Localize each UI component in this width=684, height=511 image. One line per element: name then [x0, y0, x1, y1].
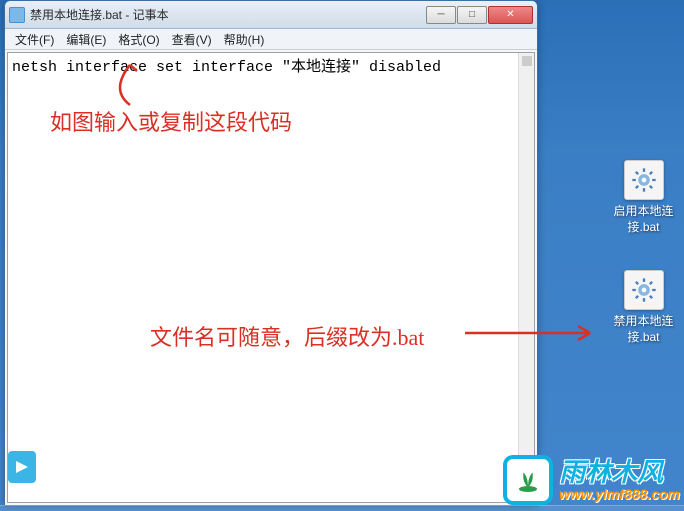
desktop-icon-disable-label: 禁用本地连接.bat	[606, 314, 681, 345]
menu-edit[interactable]: 编辑(E)	[60, 29, 112, 50]
window-title: 禁用本地连接.bat - 记事本	[30, 6, 426, 23]
desktop-background: 启用本地连接.bat 禁用本地连接.bat 禁用本地连接.bat - 记事本 ─…	[0, 0, 684, 511]
bat-file-icon	[624, 160, 664, 200]
bat-file-icon	[624, 270, 664, 310]
watermark: 雨林木风 www.ylmf888.com	[503, 455, 680, 505]
menu-help[interactable]: 帮助(H)	[218, 29, 271, 50]
menu-file[interactable]: 文件(F)	[9, 29, 60, 50]
watermark-url: www.ylmf888.com	[559, 487, 680, 502]
menubar: 文件(F) 编辑(E) 格式(O) 查看(V) 帮助(H)	[5, 29, 537, 50]
desktop-icon-disable[interactable]: 禁用本地连接.bat	[606, 270, 681, 345]
vertical-scrollbar[interactable]	[518, 53, 534, 502]
desktop-icon-enable[interactable]: 启用本地连接.bat	[606, 160, 681, 235]
notepad-window: 禁用本地连接.bat - 记事本 ─ □ ✕ 文件(F) 编辑(E) 格式(O)…	[4, 0, 538, 506]
text-editor-area[interactable]: netsh interface set interface "本地连接" dis…	[7, 52, 535, 503]
watermark-brand: 雨林木风	[559, 458, 680, 487]
taskbar-edge	[0, 505, 684, 511]
close-button[interactable]: ✕	[488, 6, 533, 24]
maximize-button[interactable]: □	[457, 6, 487, 24]
titlebar[interactable]: 禁用本地连接.bat - 记事本 ─ □ ✕	[5, 1, 537, 29]
minimize-button[interactable]: ─	[426, 6, 456, 24]
desktop-icon-enable-label: 启用本地连接.bat	[606, 204, 681, 235]
menu-view[interactable]: 查看(V)	[166, 29, 218, 50]
menu-format[interactable]: 格式(O)	[112, 29, 165, 50]
notepad-icon	[9, 7, 25, 23]
watermark-logo-icon	[503, 455, 553, 505]
editor-text-content: netsh interface set interface "本地连接" dis…	[12, 55, 530, 76]
side-decoration-icon	[8, 451, 36, 483]
